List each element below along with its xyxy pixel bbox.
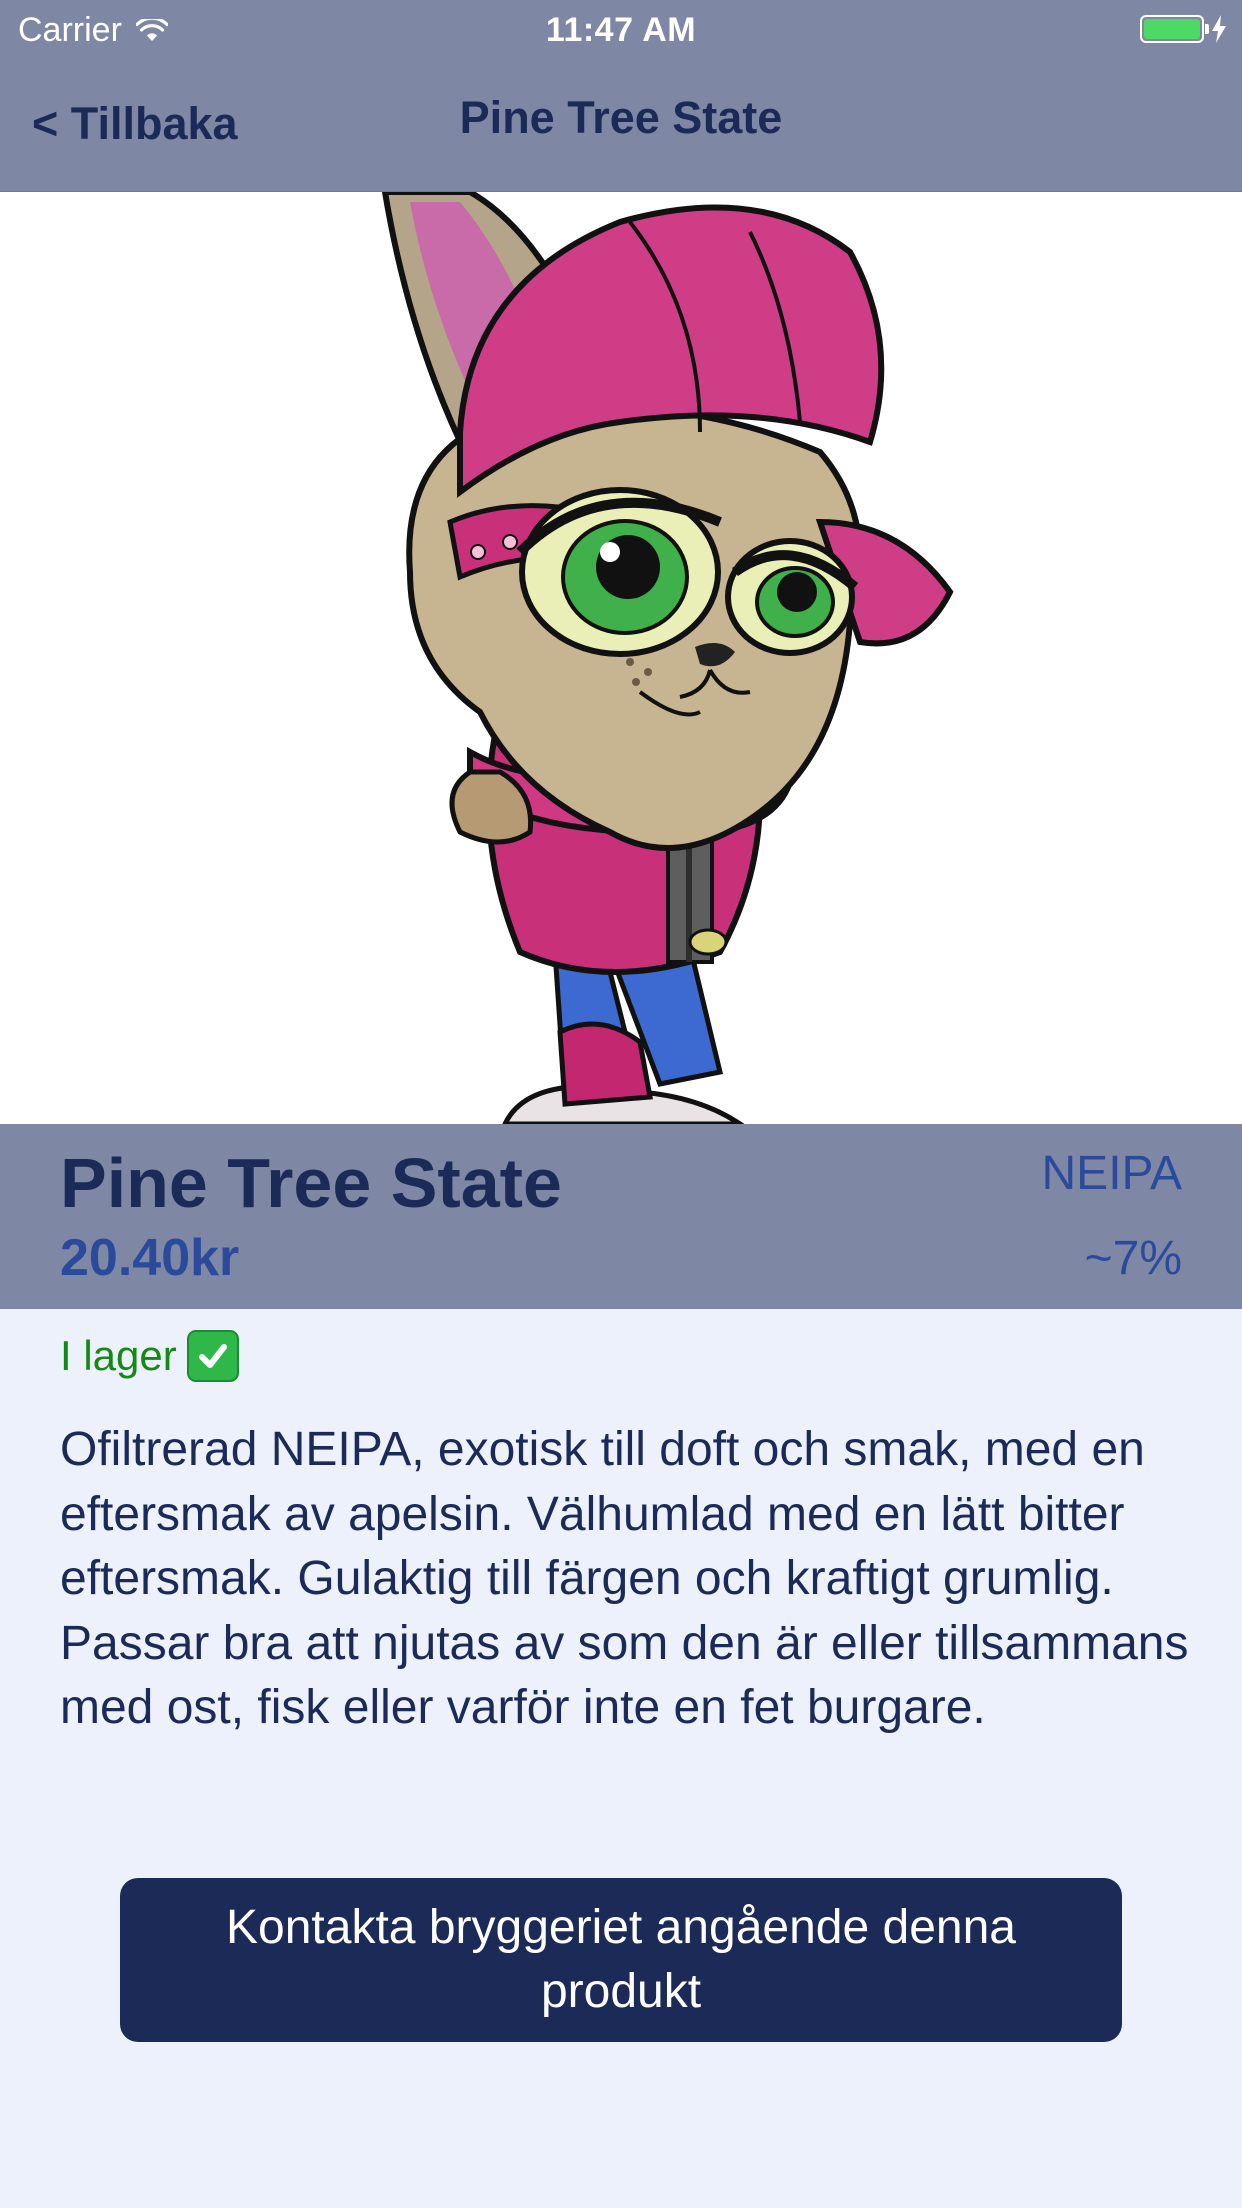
product-image: [0, 192, 1242, 1124]
top-bar: Carrier 11:47 AM < Tillbaka Pine Tree St…: [0, 0, 1242, 192]
contact-brewery-button[interactable]: Kontakta bryggeriet angående denna produ…: [120, 1878, 1122, 2042]
status-bar: Carrier 11:47 AM: [0, 0, 1242, 60]
battery-icon: [1140, 15, 1209, 43]
product-abv: ~7%: [1084, 1232, 1182, 1285]
product-header: Pine Tree State 20.40kr NEIPA ~7%: [0, 1124, 1242, 1309]
battery-indicator: [1140, 14, 1228, 44]
product-description: Ofiltrerad NEIPA, exotisk till doft och …: [60, 1423, 1189, 1734]
product-style: NEIPA: [1041, 1147, 1182, 1200]
status-time: 11:47 AM: [545, 11, 697, 49]
product-name: Pine Tree State: [60, 1144, 562, 1222]
charging-icon: [1210, 14, 1228, 44]
navigation-bar: < Tillbaka Pine Tree State: [0, 60, 1242, 191]
nav-title: Pine Tree State: [459, 92, 783, 143]
check-mark-icon: [186, 1330, 239, 1382]
cartoon-cat-mascot: [381, 192, 954, 1124]
stock-label: I lager: [60, 1332, 177, 1379]
stock-status: I lager: [60, 1330, 239, 1382]
product-price: 20.40kr: [60, 1229, 240, 1287]
